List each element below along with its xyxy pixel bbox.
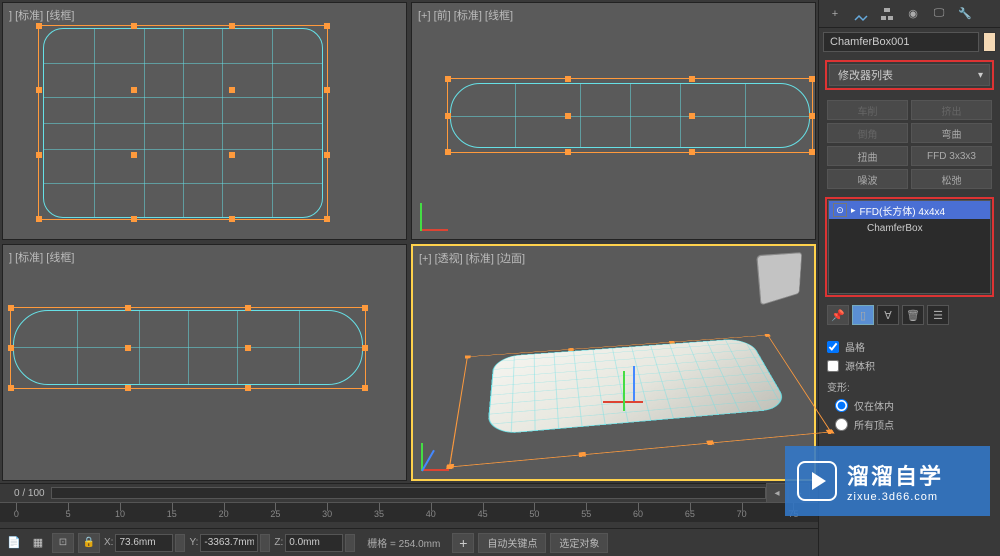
- viewport-label-left: ] [标准] [线框]: [9, 249, 74, 265]
- timeline: 0 / 100 ◂ ▸ 0510152025303540455055606570…: [0, 483, 818, 528]
- ffd-parameters-rollout: 晶格 源体积 变形: 仅在体内 所有顶点: [827, 335, 992, 436]
- spinner-icon[interactable]: [345, 534, 355, 552]
- add-time-tag-icon[interactable]: +: [452, 533, 474, 553]
- spinner-icon[interactable]: [175, 534, 185, 552]
- show-end-result-icon[interactable]: ▯: [852, 305, 874, 325]
- viewport-label-front: [+] [前] [标准] [线框]: [418, 7, 513, 23]
- viewport-top[interactable]: ] [标准] [线框]: [2, 2, 407, 240]
- ffd3x3x3-button[interactable]: FFD 3x3x3: [911, 146, 992, 166]
- viewport-top-canvas: [3, 3, 406, 239]
- display-tab-icon[interactable]: 🖵: [929, 4, 949, 24]
- noise-button[interactable]: 噪波: [827, 169, 908, 189]
- modifier-list-highlight: 修改器列表: [825, 60, 994, 90]
- only-in-volume-radio[interactable]: 仅在体内: [835, 398, 992, 413]
- maxscript-icon[interactable]: ▦: [28, 534, 48, 552]
- extrude-button[interactable]: 挤出: [911, 100, 992, 120]
- twist-button[interactable]: 扭曲: [827, 146, 908, 166]
- stack-item-base[interactable]: ChamferBox: [829, 219, 990, 237]
- stack-item-label: ChamferBox: [867, 223, 923, 234]
- coord-x-label: X:: [104, 537, 113, 548]
- script-icon[interactable]: 📄: [4, 534, 24, 552]
- viewport-perspective[interactable]: [+] [透视] [标准] [边面]: [411, 244, 816, 482]
- stack-item-ffd[interactable]: ⊙ ▸ FFD(长方体) 4x4x4: [829, 201, 990, 219]
- deform-section-label: 变形:: [827, 379, 992, 394]
- modifier-stack-highlight: ⊙ ▸ FFD(长方体) 4x4x4 ChamferBox: [825, 197, 994, 297]
- object-color-swatch[interactable]: [983, 32, 996, 52]
- time-slider[interactable]: [51, 487, 766, 499]
- coord-x-input[interactable]: [115, 534, 173, 552]
- coord-z-input[interactable]: [285, 534, 343, 552]
- expand-arrow-icon[interactable]: ▸: [851, 205, 856, 216]
- hierarchy-tab-icon[interactable]: [877, 4, 897, 24]
- remove-modifier-icon[interactable]: 🗑: [902, 305, 924, 325]
- all-vertices-radio[interactable]: 所有顶点: [835, 417, 992, 432]
- make-unique-icon[interactable]: ∀: [877, 305, 899, 325]
- viewport-left-canvas: [3, 245, 406, 481]
- viewport-front-canvas: [412, 3, 815, 239]
- modifier-list-dropdown[interactable]: 修改器列表: [829, 64, 990, 86]
- auto-key-button[interactable]: 自动关键点: [478, 533, 546, 553]
- viewport-label-top: ] [标准] [线框]: [9, 7, 74, 23]
- axis-gizmo-icon: [420, 191, 460, 231]
- modifier-stack[interactable]: ⊙ ▸ FFD(长方体) 4x4x4 ChamferBox: [828, 200, 991, 294]
- chamfer-button[interactable]: 倒角: [827, 123, 908, 143]
- viewport-label-persp: [+] [透视] [标准] [边面]: [419, 250, 525, 266]
- modify-tab-icon[interactable]: [851, 4, 871, 24]
- timeline-ruler[interactable]: 051015202530354045505560657075: [0, 502, 818, 522]
- configure-sets-icon[interactable]: ☰: [927, 305, 949, 325]
- visibility-toggle-icon[interactable]: ⊙: [833, 203, 847, 217]
- source-volume-checkbox[interactable]: 源体积: [827, 358, 992, 373]
- viewcube-icon[interactable]: [756, 252, 802, 305]
- pin-stack-icon[interactable]: 📌: [827, 305, 849, 325]
- viewport-persp-canvas: [413, 246, 814, 480]
- coord-y-label: Y:: [189, 537, 198, 548]
- watermark-title: 溜溜自学: [847, 459, 943, 491]
- selection-lock-icon[interactable]: 🔒: [78, 533, 100, 553]
- stack-item-label: FFD(长方体) 4x4x4: [860, 203, 946, 218]
- time-range-label: 0 / 100: [14, 488, 45, 499]
- bend-button[interactable]: 弯曲: [911, 123, 992, 143]
- viewport-front[interactable]: [+] [前] [标准] [线框]: [411, 2, 816, 240]
- motion-tab-icon[interactable]: ◉: [903, 4, 923, 24]
- utilities-tab-icon[interactable]: 🔧: [955, 4, 975, 24]
- relax-button[interactable]: 松弛: [911, 169, 992, 189]
- spinner-icon[interactable]: [260, 534, 270, 552]
- object-name-input[interactable]: [823, 32, 979, 52]
- viewport-left[interactable]: ] [标准] [线框]: [2, 244, 407, 482]
- lattice-checkbox[interactable]: 晶格: [827, 339, 992, 354]
- coord-z-label: Z:: [274, 537, 283, 548]
- grid-size-label: 栅格 = 254.0mm: [367, 535, 440, 550]
- watermark: 溜溜自学 zixue.3d66.com: [785, 446, 990, 516]
- axis-gizmo-icon: [421, 431, 461, 471]
- coord-y-input[interactable]: [200, 534, 258, 552]
- watermark-url: zixue.3d66.com: [847, 491, 943, 503]
- lathe-button[interactable]: 车削: [827, 100, 908, 120]
- create-tab-icon[interactable]: +: [825, 4, 845, 24]
- status-bar: 📄 ▦ ⊡ 🔒 X: Y: Z: 栅格 = 254.0mm + 自动关键点 选定…: [0, 528, 818, 556]
- play-icon: [797, 461, 837, 501]
- isolate-icon[interactable]: ⊡: [52, 533, 74, 553]
- selected-object-button[interactable]: 选定对象: [550, 533, 608, 553]
